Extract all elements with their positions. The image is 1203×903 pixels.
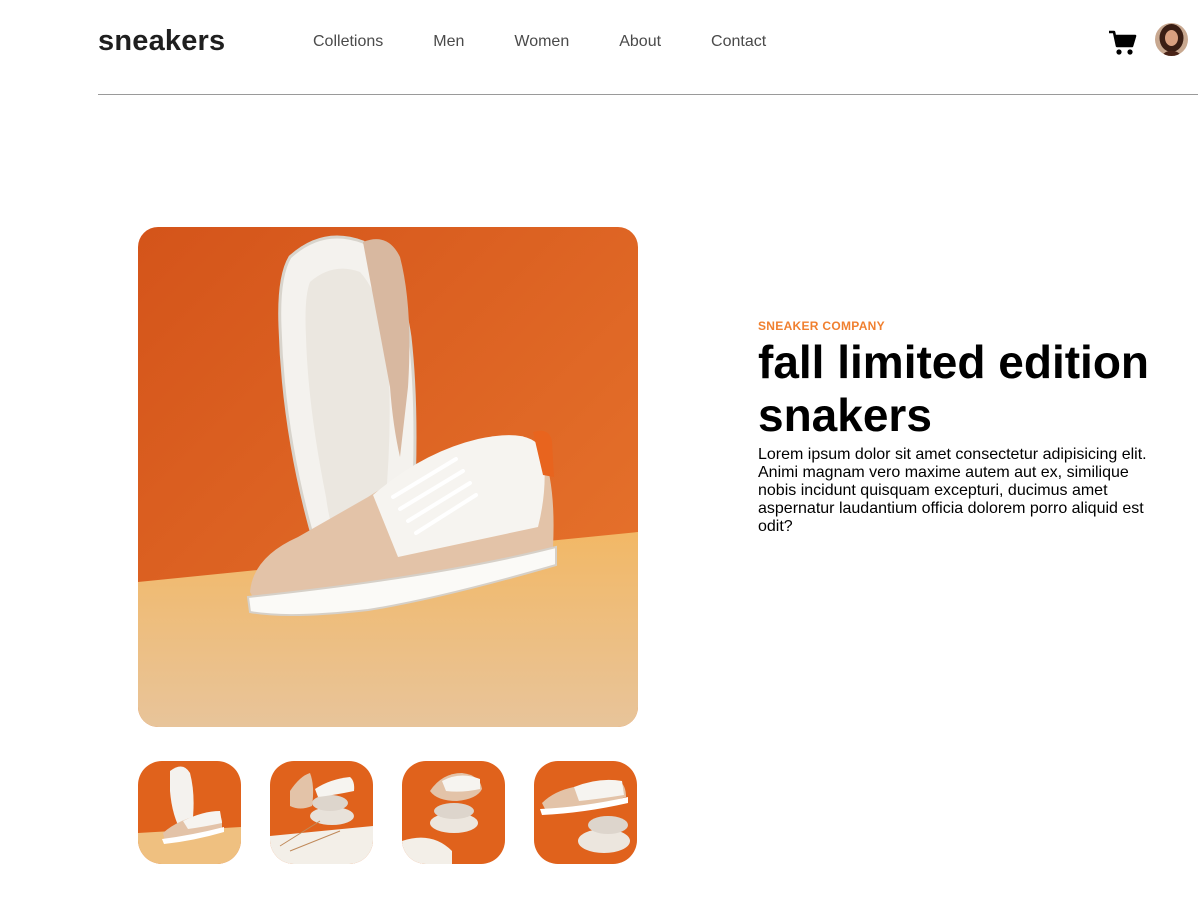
product-thumbnail-2[interactable] [270,761,373,864]
product-title: fall limited edition snakers [758,336,1150,441]
company-label: SNEAKER COMPANY [758,319,885,333]
nav-link-men[interactable]: Men [433,32,464,52]
user-avatar[interactable] [1155,23,1188,56]
product-info: SNEAKER COMPANY fall limited edition sna… [758,318,1158,536]
brand-logo[interactable]: sneakers [98,25,225,58]
product-description: Lorem ipsum dolor sit amet consectetur a… [758,446,1147,535]
product-main-image [138,227,638,727]
nav-link-contact[interactable]: Contact [711,32,766,52]
nav-link-about[interactable]: About [619,32,661,52]
product-thumbnail-4[interactable] [534,761,637,864]
nav-link-women[interactable]: Women [514,32,569,52]
product-thumbnail-3[interactable] [402,761,505,864]
top-nav: sneakers Colletions Men Women About Cont… [98,0,1198,95]
product-thumbnail-1[interactable] [138,761,241,864]
nav-link-collections[interactable]: Colletions [313,32,383,52]
main-nav: Colletions Men Women About Contact [313,32,816,52]
cart-icon[interactable] [1108,28,1138,58]
